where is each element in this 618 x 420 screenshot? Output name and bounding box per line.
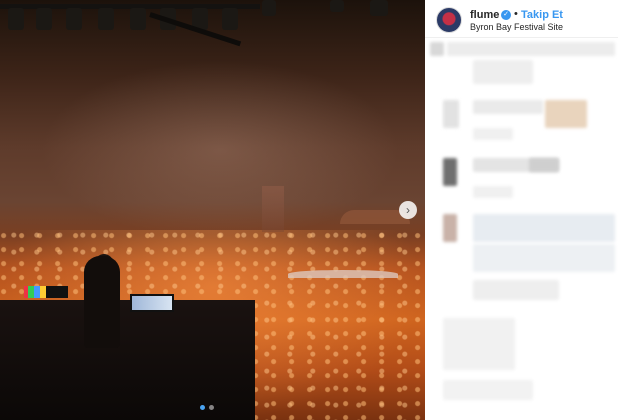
blurred-avatar: [430, 42, 444, 56]
blurred-text: [473, 60, 533, 84]
mixer-lights: [24, 286, 68, 298]
blurred-text: [529, 158, 559, 172]
blurred-text: [473, 214, 615, 242]
blurred-avatar: [443, 158, 457, 186]
next-slide-button[interactable]: ›: [399, 201, 417, 219]
post-side-panel: flume ✓ • Takip Et Byron Bay Festival Si…: [425, 0, 618, 420]
verified-badge-icon: ✓: [501, 10, 511, 20]
header-separator: •: [514, 8, 518, 20]
carousel-dot-active: [200, 405, 205, 410]
post-photo[interactable]: ›: [0, 0, 425, 420]
chevron-right-icon: ›: [406, 203, 410, 217]
blurred-text: [473, 244, 615, 272]
follow-button[interactable]: Takip Et: [521, 9, 563, 21]
blurred-text: [473, 128, 513, 140]
location-link[interactable]: Byron Bay Festival Site: [470, 22, 563, 32]
laptop-screen: [130, 294, 174, 312]
carousel-dot: [209, 405, 214, 410]
blurred-text: [447, 42, 615, 56]
username-link[interactable]: flume: [470, 9, 499, 21]
post-header: flume ✓ • Takip Et Byron Bay Festival Si…: [425, 0, 618, 38]
blurred-avatar: [443, 100, 459, 128]
blurred-text: [545, 100, 587, 128]
avatar[interactable]: [436, 7, 462, 33]
blurred-avatar: [443, 214, 457, 242]
dj-booth: [0, 300, 255, 420]
blurred-text: [473, 280, 559, 300]
header-divider: [425, 37, 618, 38]
blurred-text: [473, 100, 543, 114]
dj-silhouette: [84, 256, 120, 348]
blurred-text: [443, 380, 533, 400]
crowd-barrier: [288, 270, 398, 278]
blurred-text: [473, 186, 513, 198]
carousel-indicator: [200, 405, 214, 410]
blurred-text: [443, 318, 515, 370]
light-tower: [262, 186, 284, 232]
rig-arm: [150, 0, 250, 30]
